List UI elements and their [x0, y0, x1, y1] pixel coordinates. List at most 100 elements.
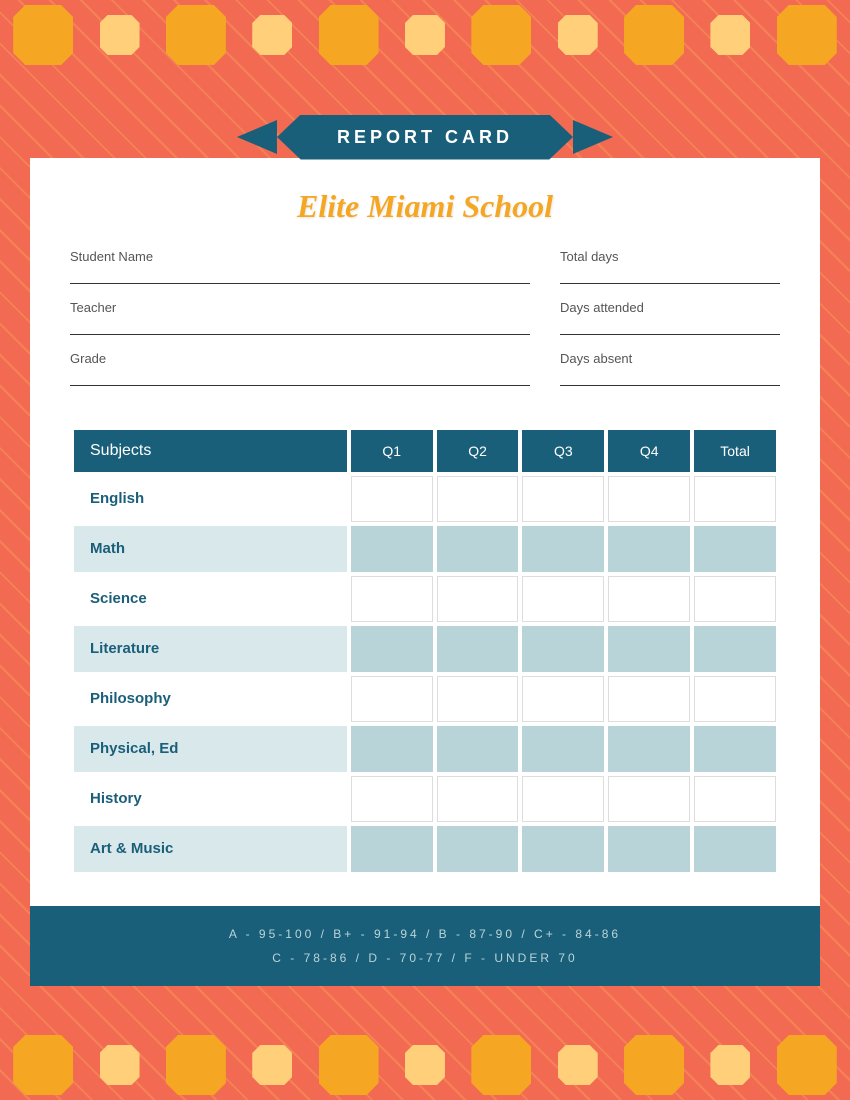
days-absent-line[interactable]	[560, 370, 780, 386]
grade-cell-row5-q0[interactable]	[351, 726, 433, 772]
q4-header: Q4	[608, 430, 690, 472]
grade-cell-row4-q0[interactable]	[351, 676, 433, 722]
grade-label: Grade	[70, 351, 530, 366]
grade-cell-row4-q4[interactable]	[694, 676, 776, 722]
deco-shape-sm	[252, 15, 292, 55]
grade-cell-row3-q3[interactable]	[608, 626, 690, 672]
subject-cell-4: Philosophy	[74, 676, 347, 722]
total-days-field: Total days	[560, 249, 780, 284]
grade-cell-row3-q4[interactable]	[694, 626, 776, 672]
deco-shape-sm	[252, 1045, 292, 1085]
footer-line1: A - 95-100 / B+ - 91-94 / B - 87-90 / C+…	[50, 922, 800, 946]
deco-shape	[471, 5, 531, 65]
deco-shape	[13, 1035, 73, 1095]
grade-cell-row0-q2[interactable]	[522, 476, 604, 522]
grade-cell-row5-q3[interactable]	[608, 726, 690, 772]
deco-shape-sm	[710, 1045, 750, 1085]
deco-shape-sm	[100, 15, 140, 55]
report-card: Elite Miami School Student Name Teacher …	[30, 158, 820, 906]
deco-shape	[471, 1035, 531, 1095]
deco-shape-sm	[558, 15, 598, 55]
subject-cell-7: Art & Music	[74, 826, 347, 872]
school-name: Elite Miami School	[70, 188, 780, 225]
grade-table: Subjects Q1 Q2 Q3 Q4 Total EnglishMathSc…	[70, 426, 780, 876]
footer-line2: C - 78-86 / D - 70-77 / F - UNDER 70	[50, 946, 800, 970]
teacher-field: Teacher	[70, 300, 530, 335]
total-days-line[interactable]	[560, 268, 780, 284]
grade-cell-row4-q3[interactable]	[608, 676, 690, 722]
table-row: Art & Music	[74, 826, 776, 872]
grade-cell-row2-q2[interactable]	[522, 576, 604, 622]
subject-cell-1: Math	[74, 526, 347, 572]
table-row: Philosophy	[74, 676, 776, 722]
grade-cell-row5-q4[interactable]	[694, 726, 776, 772]
table-row: Math	[74, 526, 776, 572]
q1-header: Q1	[351, 430, 433, 472]
grade-cell-row0-q4[interactable]	[694, 476, 776, 522]
deco-shape-sm	[558, 1045, 598, 1085]
grade-cell-row2-q4[interactable]	[694, 576, 776, 622]
grade-cell-row5-q2[interactable]	[522, 726, 604, 772]
deco-shape-sm	[405, 1045, 445, 1085]
report-card-banner: REPORT CARD	[277, 115, 573, 160]
grade-cell-row2-q1[interactable]	[437, 576, 519, 622]
subject-cell-0: English	[74, 476, 347, 522]
grade-cell-row6-q1[interactable]	[437, 776, 519, 822]
grade-cell-row3-q2[interactable]	[522, 626, 604, 672]
table-row: Science	[74, 576, 776, 622]
grade-cell-row5-q1[interactable]	[437, 726, 519, 772]
days-attended-line[interactable]	[560, 319, 780, 335]
grade-cell-row1-q4[interactable]	[694, 526, 776, 572]
banner-arrow-left	[237, 120, 277, 154]
grade-cell-row1-q1[interactable]	[437, 526, 519, 572]
grade-cell-row2-q0[interactable]	[351, 576, 433, 622]
grade-cell-row7-q2[interactable]	[522, 826, 604, 872]
days-attended-field: Days attended	[560, 300, 780, 335]
banner-wrap: REPORT CARD	[237, 115, 613, 160]
deco-shape	[624, 5, 684, 65]
grade-cell-row1-q0[interactable]	[351, 526, 433, 572]
grade-cell-row3-q0[interactable]	[351, 626, 433, 672]
grade-cell-row2-q3[interactable]	[608, 576, 690, 622]
q3-header: Q3	[522, 430, 604, 472]
student-name-field: Student Name	[70, 249, 530, 284]
subject-cell-2: Science	[74, 576, 347, 622]
grade-cell-row6-q4[interactable]	[694, 776, 776, 822]
grade-cell-row7-q0[interactable]	[351, 826, 433, 872]
info-left: Student Name Teacher Grade	[70, 249, 530, 402]
subject-cell-6: History	[74, 776, 347, 822]
grade-cell-row1-q2[interactable]	[522, 526, 604, 572]
total-header: Total	[694, 430, 776, 472]
days-attended-label: Days attended	[560, 300, 780, 315]
deco-shape-sm	[710, 15, 750, 55]
grade-cell-row6-q2[interactable]	[522, 776, 604, 822]
table-row: Literature	[74, 626, 776, 672]
grade-line[interactable]	[70, 370, 530, 386]
top-decoration	[0, 0, 850, 70]
grade-cell-row7-q4[interactable]	[694, 826, 776, 872]
student-name-label: Student Name	[70, 249, 530, 264]
grade-cell-row0-q3[interactable]	[608, 476, 690, 522]
grading-scale-footer: A - 95-100 / B+ - 91-94 / B - 87-90 / C+…	[30, 906, 820, 986]
grade-cell-row4-q1[interactable]	[437, 676, 519, 722]
grade-cell-row1-q3[interactable]	[608, 526, 690, 572]
q2-header: Q2	[437, 430, 519, 472]
grade-cell-row4-q2[interactable]	[522, 676, 604, 722]
grade-cell-row3-q1[interactable]	[437, 626, 519, 672]
student-name-line[interactable]	[70, 268, 530, 284]
deco-shape	[319, 1035, 379, 1095]
grade-cell-row0-q0[interactable]	[351, 476, 433, 522]
grade-cell-row6-q3[interactable]	[608, 776, 690, 822]
deco-shape	[319, 5, 379, 65]
teacher-line[interactable]	[70, 319, 530, 335]
grade-cell-row7-q3[interactable]	[608, 826, 690, 872]
total-days-label: Total days	[560, 249, 780, 264]
subjects-header: Subjects	[74, 430, 347, 472]
teacher-label: Teacher	[70, 300, 530, 315]
table-row: History	[74, 776, 776, 822]
outer-wrapper: REPORT CARD Elite Miami School Student N…	[30, 115, 820, 986]
grade-cell-row7-q1[interactable]	[437, 826, 519, 872]
deco-shape	[777, 5, 837, 65]
grade-cell-row6-q0[interactable]	[351, 776, 433, 822]
grade-cell-row0-q1[interactable]	[437, 476, 519, 522]
